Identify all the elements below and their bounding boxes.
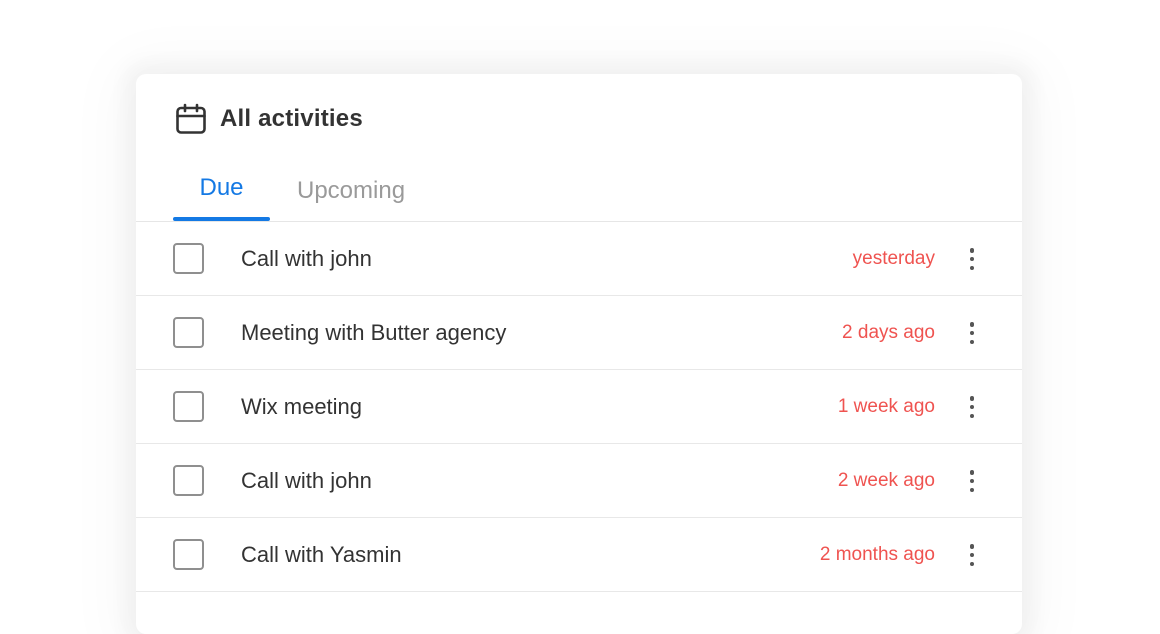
activity-due-time: yesterday [852,248,935,269]
activity-label: Wix meeting [241,394,363,419]
activity-label: Call with Yasmin [241,542,402,567]
active-tab-indicator [173,217,270,221]
activity-due-time: 2 months ago [819,544,935,565]
more-options-icon[interactable] [962,248,982,270]
activity-due-time: 2 days ago [842,322,935,343]
activity-checkbox[interactable] [173,391,204,422]
activity-list: Call with john yesterday Meeting with Bu… [136,222,1022,592]
activity-label: Meeting with Butter agency [241,320,507,345]
more-options-icon[interactable] [962,322,982,344]
card-header: All activities [174,102,363,136]
more-options-icon[interactable] [962,544,982,566]
activity-row: Meeting with Butter agency 2 days ago [136,296,1022,370]
activity-tabs: Due Upcoming [136,166,1022,222]
more-options-icon[interactable] [962,396,982,418]
activity-label: Call with john [241,246,372,271]
card-title: All activities [220,105,363,132]
activity-checkbox[interactable] [173,317,204,348]
activity-due-time: 2 week ago [837,470,935,491]
activity-row: Wix meeting 1 week ago [136,370,1022,444]
activity-checkbox[interactable] [173,243,204,274]
activity-checkbox[interactable] [173,539,204,570]
activity-row: Call with john 2 week ago [136,444,1022,518]
activity-checkbox[interactable] [173,465,204,496]
more-options-icon[interactable] [962,470,982,492]
activity-label: Call with john [241,468,372,493]
activity-row: Call with john yesterday [136,222,1022,296]
activity-due-time: 1 week ago [837,396,935,417]
tab-due[interactable]: Due [173,174,270,202]
calendar-icon [174,102,208,136]
activity-row: Call with Yasmin 2 months ago [136,518,1022,592]
tab-upcoming[interactable]: Upcoming [297,177,405,205]
activities-card: All activities Due Upcoming Call with jo… [136,74,1022,634]
